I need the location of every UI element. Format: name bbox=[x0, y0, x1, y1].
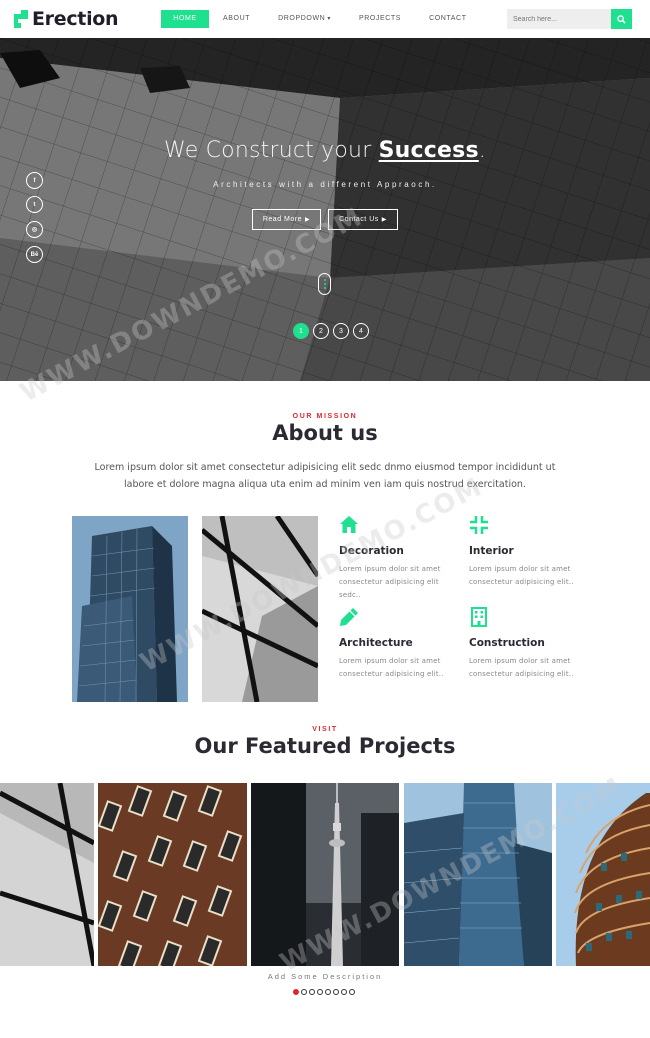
project-card[interactable] bbox=[556, 783, 650, 966]
search-icon bbox=[617, 14, 626, 24]
hero-title-suffix: . bbox=[478, 138, 486, 163]
compress-icon bbox=[470, 516, 488, 534]
search-button[interactable] bbox=[611, 9, 632, 29]
navbar: Erection HOME ABOUT DROPDOWN ▾ PROJECTS C… bbox=[0, 0, 650, 38]
scroll-down-icon[interactable] bbox=[318, 273, 331, 295]
feature-title: Construction bbox=[469, 637, 545, 649]
feature-text: Lorem ipsum dolor sit amet consectetur a… bbox=[339, 657, 444, 678]
main-nav: HOME ABOUT DROPDOWN ▾ PROJECTS CONTACT bbox=[161, 10, 481, 28]
slide-dot[interactable]: 1 bbox=[293, 323, 309, 339]
pencil-icon bbox=[340, 608, 358, 626]
carousel-dot[interactable] bbox=[309, 989, 315, 995]
slide-dot[interactable]: 3 bbox=[333, 323, 349, 339]
feature-title: Decoration bbox=[339, 545, 404, 557]
slide-dot[interactable]: 4 bbox=[353, 323, 369, 339]
chevron-down-icon: ▾ bbox=[327, 16, 331, 22]
nav-contact[interactable]: CONTACT bbox=[415, 10, 481, 28]
contact-us-label: Contact Us bbox=[339, 216, 379, 223]
about-image-tower bbox=[72, 516, 188, 702]
logo-icon bbox=[14, 10, 28, 28]
feature-architecture: Architecture Lorem ipsum dolor sit amet … bbox=[339, 607, 454, 681]
nav-projects[interactable]: PROJECTS bbox=[345, 10, 415, 28]
read-more-button[interactable]: Read More ▶ bbox=[252, 209, 321, 230]
project-card[interactable] bbox=[0, 783, 94, 966]
carousel-dot[interactable] bbox=[317, 989, 323, 995]
read-more-label: Read More bbox=[262, 216, 302, 223]
hero-slider: We Construct your Success. Architects wi… bbox=[0, 38, 650, 381]
project-card[interactable] bbox=[404, 783, 552, 966]
nav-home[interactable]: HOME bbox=[161, 10, 209, 28]
carousel-dot[interactable] bbox=[341, 989, 347, 995]
hero-subtitle: Architects with a different Appraoch. bbox=[213, 180, 437, 189]
projects-description: Add Some Description bbox=[267, 972, 383, 981]
project-card[interactable] bbox=[251, 783, 399, 966]
nav-dropdown-label: DROPDOWN bbox=[278, 15, 326, 22]
about-title: About us bbox=[272, 421, 378, 445]
slide-dot[interactable]: 2 bbox=[313, 323, 329, 339]
contact-us-button[interactable]: Contact Us ▶ bbox=[328, 209, 398, 230]
projects-kicker: VISIT bbox=[312, 726, 338, 733]
about-image-glass bbox=[202, 516, 318, 702]
caret-right-icon: ▶ bbox=[381, 217, 387, 223]
about-text: Lorem ipsum dolor sit amet consectetur a… bbox=[94, 462, 556, 490]
nav-dropdown[interactable]: DROPDOWN ▾ bbox=[264, 10, 345, 28]
hero-title-prefix: We Construct your bbox=[164, 138, 379, 163]
feature-construction: Construction Lorem ipsum dolor sit amet … bbox=[469, 607, 584, 681]
feature-text: Lorem ipsum dolor sit amet consectetur a… bbox=[469, 565, 574, 586]
about-kicker: OUR MISSION bbox=[292, 413, 358, 420]
behance-icon[interactable]: Bē bbox=[26, 246, 43, 263]
projects-title: Our Featured Projects bbox=[194, 734, 456, 758]
facebook-icon[interactable]: f bbox=[26, 172, 43, 189]
home-icon bbox=[340, 516, 358, 533]
carousel-dot[interactable] bbox=[325, 989, 331, 995]
feature-text: Lorem ipsum dolor sit amet consectetur a… bbox=[469, 657, 574, 678]
brand-logo[interactable]: Erection bbox=[14, 8, 119, 30]
carousel-dot[interactable] bbox=[349, 989, 355, 995]
carousel-dot[interactable] bbox=[333, 989, 339, 995]
search-input[interactable] bbox=[507, 9, 611, 29]
caret-right-icon: ▶ bbox=[305, 217, 311, 223]
twitter-icon[interactable]: t bbox=[26, 196, 43, 213]
feature-title: Architecture bbox=[339, 637, 413, 649]
nav-about[interactable]: ABOUT bbox=[209, 10, 264, 28]
brand-name: Erection bbox=[32, 8, 119, 30]
feature-title: Interior bbox=[469, 545, 514, 557]
hero-title: We Construct your Success. bbox=[0, 138, 650, 163]
hero-title-emphasis: Success bbox=[378, 138, 479, 163]
carousel-dot[interactable] bbox=[301, 989, 307, 995]
feature-text: Lorem ipsum dolor sit amet consectetur a… bbox=[339, 565, 441, 599]
carousel-dot[interactable] bbox=[293, 989, 299, 995]
feature-interior: Interior Lorem ipsum dolor sit amet cons… bbox=[469, 515, 584, 589]
projects-pagination bbox=[293, 989, 357, 995]
hero-pagination: 1 2 3 4 bbox=[293, 323, 373, 339]
dribbble-icon[interactable]: ◎ bbox=[26, 221, 43, 238]
building-icon bbox=[471, 607, 487, 627]
feature-decoration: Decoration Lorem ipsum dolor sit amet co… bbox=[339, 515, 454, 602]
project-card[interactable] bbox=[98, 783, 247, 966]
